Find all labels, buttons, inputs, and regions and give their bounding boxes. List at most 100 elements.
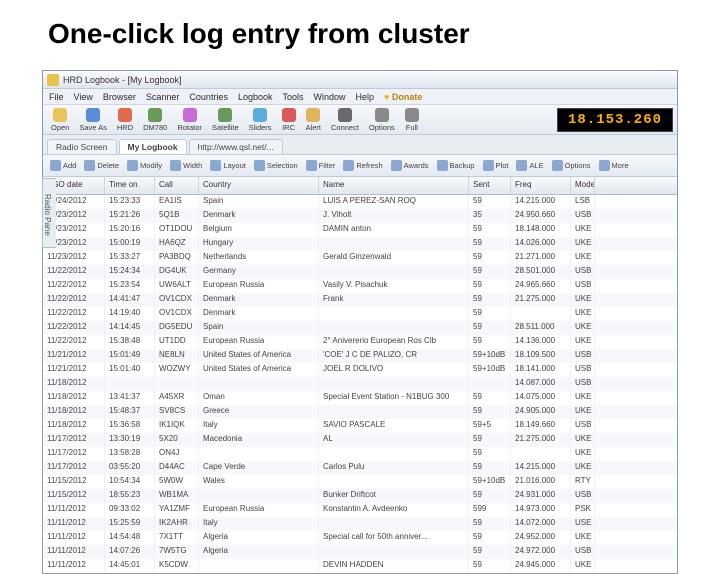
toolbtn-save-as[interactable]: Save As	[75, 107, 111, 133]
table-row[interactable]: 11/24/201215:23:33EA1ISSpainLUIS A PEREZ…	[43, 195, 677, 209]
cell: 28.511.000	[511, 321, 571, 335]
table-row[interactable]: 11/11/201209:33:02YA1ZMFEuropean RussiaK…	[43, 503, 677, 517]
table-row[interactable]: 11/18/201215:36:58IK1IQKItalySAVIO PASCA…	[43, 419, 677, 433]
logbtn-backup[interactable]: Backup	[434, 159, 478, 172]
cell: 599	[469, 503, 511, 517]
cell: Special Event Station - N1BUG 300	[319, 391, 469, 405]
cell: 59	[469, 489, 511, 503]
logbtn-layout[interactable]: Layout	[207, 159, 249, 172]
logbtn-plot[interactable]: Plot	[480, 159, 512, 172]
toolbtn-sliders[interactable]: Sliders	[245, 107, 276, 133]
cell: 15:25:59	[105, 517, 155, 531]
table-row[interactable]: 11/18/201214.087.000USB	[43, 377, 677, 391]
logbtn-ale[interactable]: ALE	[513, 159, 546, 172]
tab-1[interactable]: My Logbook	[119, 139, 187, 154]
cell: Cape Verde	[199, 461, 319, 475]
table-row[interactable]: 11/23/201215:00:19HA6QZHungary5914.026.0…	[43, 237, 677, 251]
cell: 5Q1B	[155, 209, 199, 223]
cell: 11/18/2012	[43, 419, 105, 433]
cell: 59	[469, 335, 511, 349]
toolbtn-dm780[interactable]: DM780	[139, 107, 171, 133]
cell: 59	[469, 237, 511, 251]
cell: 21.275.000	[511, 293, 571, 307]
menu-scanner[interactable]: Scanner	[146, 92, 180, 102]
table-row[interactable]: 11/18/201215:48:37SV8CSGreece5924.905.00…	[43, 405, 677, 419]
toolbtn-open[interactable]: Open	[47, 107, 73, 133]
table-row[interactable]: 11/22/201215:24:34DG4UKGermany5928.501.0…	[43, 265, 677, 279]
cell: AL	[319, 433, 469, 447]
menu-logbook[interactable]: Logbook	[238, 92, 273, 102]
toolbtn-satellite[interactable]: Satellite	[208, 107, 243, 133]
table-row[interactable]: 11/23/201215:33:27PA3BDQNetherlandsGeral…	[43, 251, 677, 265]
logbtn-selection[interactable]: Selection	[251, 159, 301, 172]
table-row[interactable]: 11/17/201213:58:28ON4J59UKE	[43, 447, 677, 461]
open-icon	[53, 108, 67, 122]
cell: 11/21/2012	[43, 349, 105, 363]
toolbtn-irc[interactable]: IRC	[278, 107, 300, 133]
logbtn-awards[interactable]: Awards	[388, 159, 432, 172]
cell: 14:14:45	[105, 321, 155, 335]
table-row[interactable]: 11/11/201214:07:267W5TGAlgeria5924.972.0…	[43, 545, 677, 559]
table-row[interactable]: 11/17/201213:30:195X20MacedoniaAL5921.27…	[43, 433, 677, 447]
awards-icon	[391, 160, 402, 171]
table-row[interactable]: 11/17/201203:55:20D44ACCape VerdeCarlos …	[43, 461, 677, 475]
alert-icon	[306, 108, 320, 122]
logbtn-modify[interactable]: Modify	[124, 159, 165, 172]
col-call[interactable]: Call	[155, 177, 199, 194]
menu-help[interactable]: Help	[356, 92, 375, 102]
table-row[interactable]: 11/15/201218:55:23WB1MABunker Driftcot59…	[43, 489, 677, 503]
cell: 18.109.500	[511, 349, 571, 363]
logbtn-filter[interactable]: Filter	[303, 159, 339, 172]
col-name[interactable]: Name	[319, 177, 469, 194]
col-freq[interactable]: Freq	[511, 177, 571, 194]
col-country[interactable]: Country	[199, 177, 319, 194]
toolbtn-full[interactable]: Full	[401, 107, 423, 133]
menu-window[interactable]: Window	[314, 92, 346, 102]
toolbtn-rotator[interactable]: Rotator	[173, 107, 206, 133]
cell: 14.026.000	[511, 237, 571, 251]
tab-2[interactable]: http://www.qsl.net/...	[189, 139, 283, 154]
table-row[interactable]: 11/23/201215:20:16OT1DOUBelgiumDAMIN ant…	[43, 223, 677, 237]
col-mode[interactable]: Mode	[571, 177, 595, 194]
toolbtn-connect[interactable]: Connect	[327, 107, 363, 133]
cell: 59	[469, 405, 511, 419]
table-row[interactable]: 11/22/201215:23:54UW6ALTEuropean RussiaV…	[43, 279, 677, 293]
toolbtn-options[interactable]: Options	[365, 107, 399, 133]
cell: 11/22/2012	[43, 307, 105, 321]
cell: UKE	[571, 447, 595, 461]
table-row[interactable]: 11/23/201215:21:265Q1BDenmarkJ. Viholt35…	[43, 209, 677, 223]
table-row[interactable]: 11/22/201214:19:40OV1CDXDenmark59UKE	[43, 307, 677, 321]
table-row[interactable]: 11/22/201215:38:48UT1DDEuropean Russia2°…	[43, 335, 677, 349]
logbtn-options[interactable]: Options	[549, 159, 594, 172]
plot-icon	[483, 160, 494, 171]
menu-browser[interactable]: Browser	[103, 92, 136, 102]
logbtn-more[interactable]: More	[596, 159, 632, 172]
logbtn-width[interactable]: Width	[167, 159, 205, 172]
logbtn-add[interactable]: Add	[47, 159, 79, 172]
table-row[interactable]: 11/11/201214:54:487X1TTAlgeriaSpecial ca…	[43, 531, 677, 545]
table-row[interactable]: 11/11/201214:45:01K5CDWDEVIN HADDEN5924.…	[43, 559, 677, 573]
radio-pane-tab[interactable]: Radio Pane	[42, 178, 56, 248]
menu-file[interactable]: File	[49, 92, 64, 102]
menu-donate[interactable]: Donate	[384, 92, 422, 102]
menu-view[interactable]: View	[74, 92, 93, 102]
table-row[interactable]: 11/21/201215:01:40WOZWYUnited States of …	[43, 363, 677, 377]
table-row[interactable]: 11/15/201210:54:345W0WWales59+10dB21.016…	[43, 475, 677, 489]
table-row[interactable]: 11/22/201214:14:45DG5EDUSpain5928.511.00…	[43, 321, 677, 335]
table-row[interactable]: 11/11/201215:25:59IK2AHRItaly5914.072.00…	[43, 517, 677, 531]
table-row[interactable]: 11/22/201214:41:47OV1CDXDenmarkFrank5921…	[43, 293, 677, 307]
toolbtn-hrd[interactable]: HRD	[113, 107, 137, 133]
cell: 59	[469, 321, 511, 335]
cell	[319, 307, 469, 321]
tab-0[interactable]: Radio Screen	[47, 139, 117, 154]
col-sent[interactable]: Sent	[469, 177, 511, 194]
menu-tools[interactable]: Tools	[283, 92, 304, 102]
logbtn-delete[interactable]: Delete	[81, 159, 122, 172]
toolbtn-alert[interactable]: Alert	[302, 107, 325, 133]
logbtn-refresh[interactable]: Refresh	[340, 159, 385, 172]
cell: USB	[571, 419, 595, 433]
table-row[interactable]: 11/21/201215:01:49NE8LNUnited States of …	[43, 349, 677, 363]
col-time-on[interactable]: Time on	[105, 177, 155, 194]
table-row[interactable]: 11/18/201213:41:37A45XROmanSpecial Event…	[43, 391, 677, 405]
menu-countries[interactable]: Countries	[189, 92, 228, 102]
